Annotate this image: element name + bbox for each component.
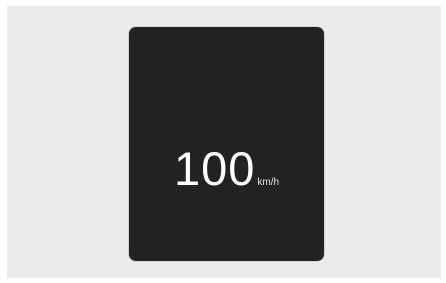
speed-readout: 100 km/h [129, 145, 324, 192]
speed-display-panel: 100 km/h [129, 27, 324, 261]
speed-unit: km/h [257, 177, 280, 188]
speed-value: 100 [173, 142, 256, 195]
